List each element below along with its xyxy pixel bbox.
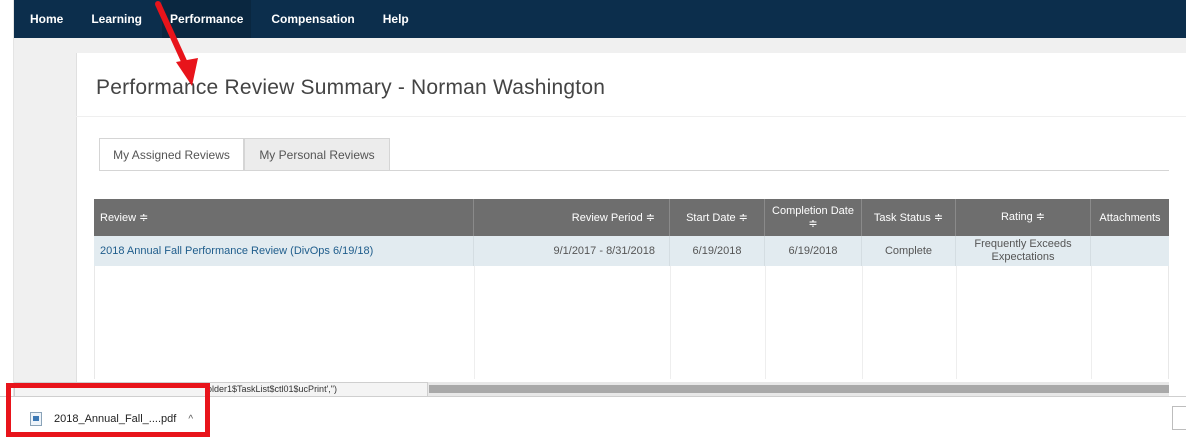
left-edge (0, 0, 14, 437)
show-all-button[interactable] (1172, 406, 1186, 430)
rating-line-1: Frequently Exceeds (974, 238, 1072, 250)
rating-text: Frequently Exceeds Expectations (974, 238, 1071, 264)
cell-attachments (1091, 236, 1169, 266)
reviews-table: Review ≑ Review Period ≑ Start Date ≑ Co… (94, 199, 1169, 382)
column-divider (862, 266, 863, 379)
cell-start-date: 6/19/2018 (670, 236, 765, 266)
tab-divider (99, 170, 1169, 171)
header-start-date[interactable]: Start Date ≑ (670, 199, 765, 236)
sort-icon: ≑ (808, 217, 818, 230)
column-divider (956, 266, 957, 379)
cell-rating: Frequently Exceeds Expectations (956, 236, 1091, 266)
column-divider (474, 266, 475, 379)
column-divider (765, 266, 766, 379)
annotation-arrow-icon (155, 1, 198, 86)
header-completion-date[interactable]: Completion Date ≑ (765, 199, 862, 236)
cell-task-status: Complete (862, 236, 956, 266)
header-task-status[interactable]: Task Status ≑ (862, 199, 956, 236)
column-divider (1091, 266, 1092, 379)
review-link[interactable]: 2018 Annual Fall Performance Review (Div… (94, 236, 474, 266)
header-attachments: Attachments (1099, 211, 1161, 224)
cell-review-period: 9/1/2017 - 8/31/2018 (474, 236, 670, 266)
nav-help[interactable]: Help (383, 0, 409, 38)
nav-compensation[interactable]: Compensation (271, 0, 354, 38)
tab-my-personal-reviews[interactable]: My Personal Reviews (244, 138, 390, 171)
title-divider (76, 116, 1186, 117)
tab-my-assigned-reviews[interactable]: My Assigned Reviews (99, 138, 244, 171)
header-review-period[interactable]: Review Period ≑ (474, 199, 670, 236)
table-row: 2018 Annual Fall Performance Review (Div… (94, 236, 1169, 266)
cell-completion-date: 6/19/2018 (765, 236, 862, 266)
header-review[interactable]: Review ≑ (94, 199, 474, 236)
scrollbar-thumb[interactable] (429, 385, 1169, 393)
header-rating[interactable]: Rating ≑ (956, 199, 1091, 236)
annotation-highlight-box (6, 383, 210, 437)
column-divider (670, 266, 671, 379)
nav-learning[interactable]: Learning (91, 0, 142, 38)
nav-home[interactable]: Home (30, 0, 63, 38)
table-header: Review ≑ Review Period ≑ Start Date ≑ Co… (94, 199, 1169, 236)
header-completion-label: Completion Date (772, 204, 854, 217)
table-empty-area (94, 266, 1169, 379)
rating-line-2: Expectations (991, 251, 1055, 263)
